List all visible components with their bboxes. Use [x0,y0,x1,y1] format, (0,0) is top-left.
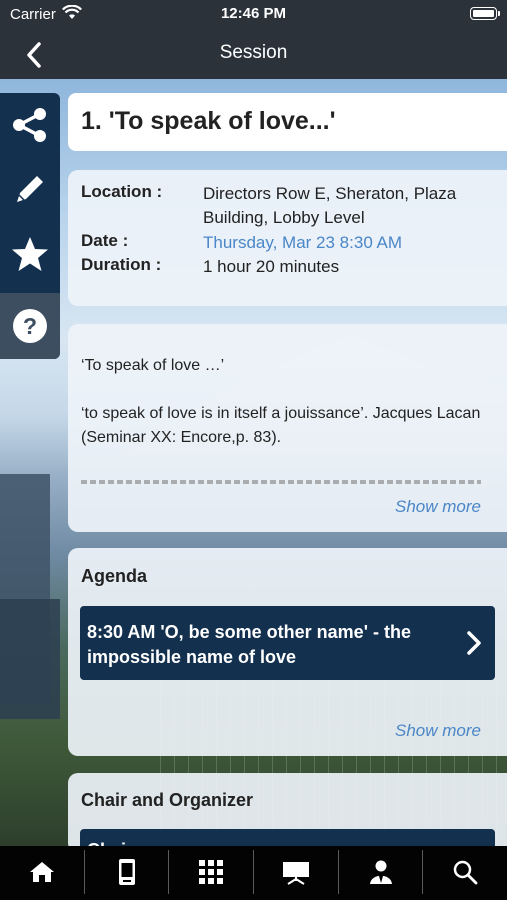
person-icon [369,860,392,884]
bottom-tab-bar [0,846,507,900]
share-button[interactable] [0,95,60,155]
tab-presentation[interactable] [254,850,339,894]
search-icon [453,860,478,885]
tab-home[interactable] [0,850,85,894]
share-icon [13,108,46,142]
favorite-button[interactable] [0,224,60,284]
date-link[interactable]: Thursday, Mar 23 8:30 AM [203,231,503,255]
presentation-icon [282,862,309,885]
side-action-rail: ? [0,93,60,359]
tab-mobile[interactable] [85,850,170,894]
session-title: 1. 'To speak of love...' [81,107,336,135]
duration-value: 1 hour 20 minutes [203,257,340,276]
truncated-text-fade [81,476,481,484]
description-show-more-link[interactable]: Show more [395,497,481,517]
page-title: Session [219,42,288,63]
tab-grid[interactable] [169,850,255,894]
mobile-icon [118,859,135,885]
svg-text:?: ? [23,313,37,339]
star-icon [12,237,48,271]
description-line-1: ‘To speak of love …’ [81,357,225,374]
battery-icon [470,7,500,20]
duration-label: Duration : [81,255,162,274]
chair-heading: Chair and Organizer [81,790,254,810]
chevron-right-icon [467,631,481,655]
clock: 12:46 PM [220,5,287,22]
tab-search[interactable] [423,850,507,894]
help-icon: ? [13,309,47,343]
building-shape [0,599,60,719]
home-icon [29,862,54,882]
agenda-item-text: 8:30 AM 'O, be some other name' - the im… [87,622,411,667]
location-label: Location : [81,182,163,201]
pencil-icon [17,176,43,202]
session-title-card: 1. 'To speak of love...' [68,93,507,151]
agenda-show-more-link[interactable]: Show more [395,721,481,741]
tab-person[interactable] [339,850,424,894]
nav-bar: Session [0,28,507,79]
location-value: Directors Row E, Sheraton, Plaza Buildin… [203,184,457,227]
grid-icon [199,860,224,884]
agenda-heading: Agenda [81,566,148,586]
help-button[interactable]: ? [0,293,60,359]
description-line-2: ‘to speak of love is in itself a jouissa… [81,405,481,446]
agenda-item[interactable]: 8:30 AM 'O, be some other name' - the im… [80,606,495,680]
top-bar: Carrier 12:46 PM Session [0,0,507,79]
date-label: Date : [81,231,129,250]
status-bar: Carrier 12:46 PM [0,0,507,28]
agenda-card: Agenda 8:30 AM 'O, be some other name' -… [68,548,507,756]
chair-organizer-card: Chair and Organizer Chair [68,773,507,859]
edit-note-button[interactable] [0,159,60,219]
description-card: ‘To speak of love …’ ‘to speak of love i… [68,324,507,532]
session-info-card: Location : Directors Row E, Sheraton, Pl… [68,170,507,306]
